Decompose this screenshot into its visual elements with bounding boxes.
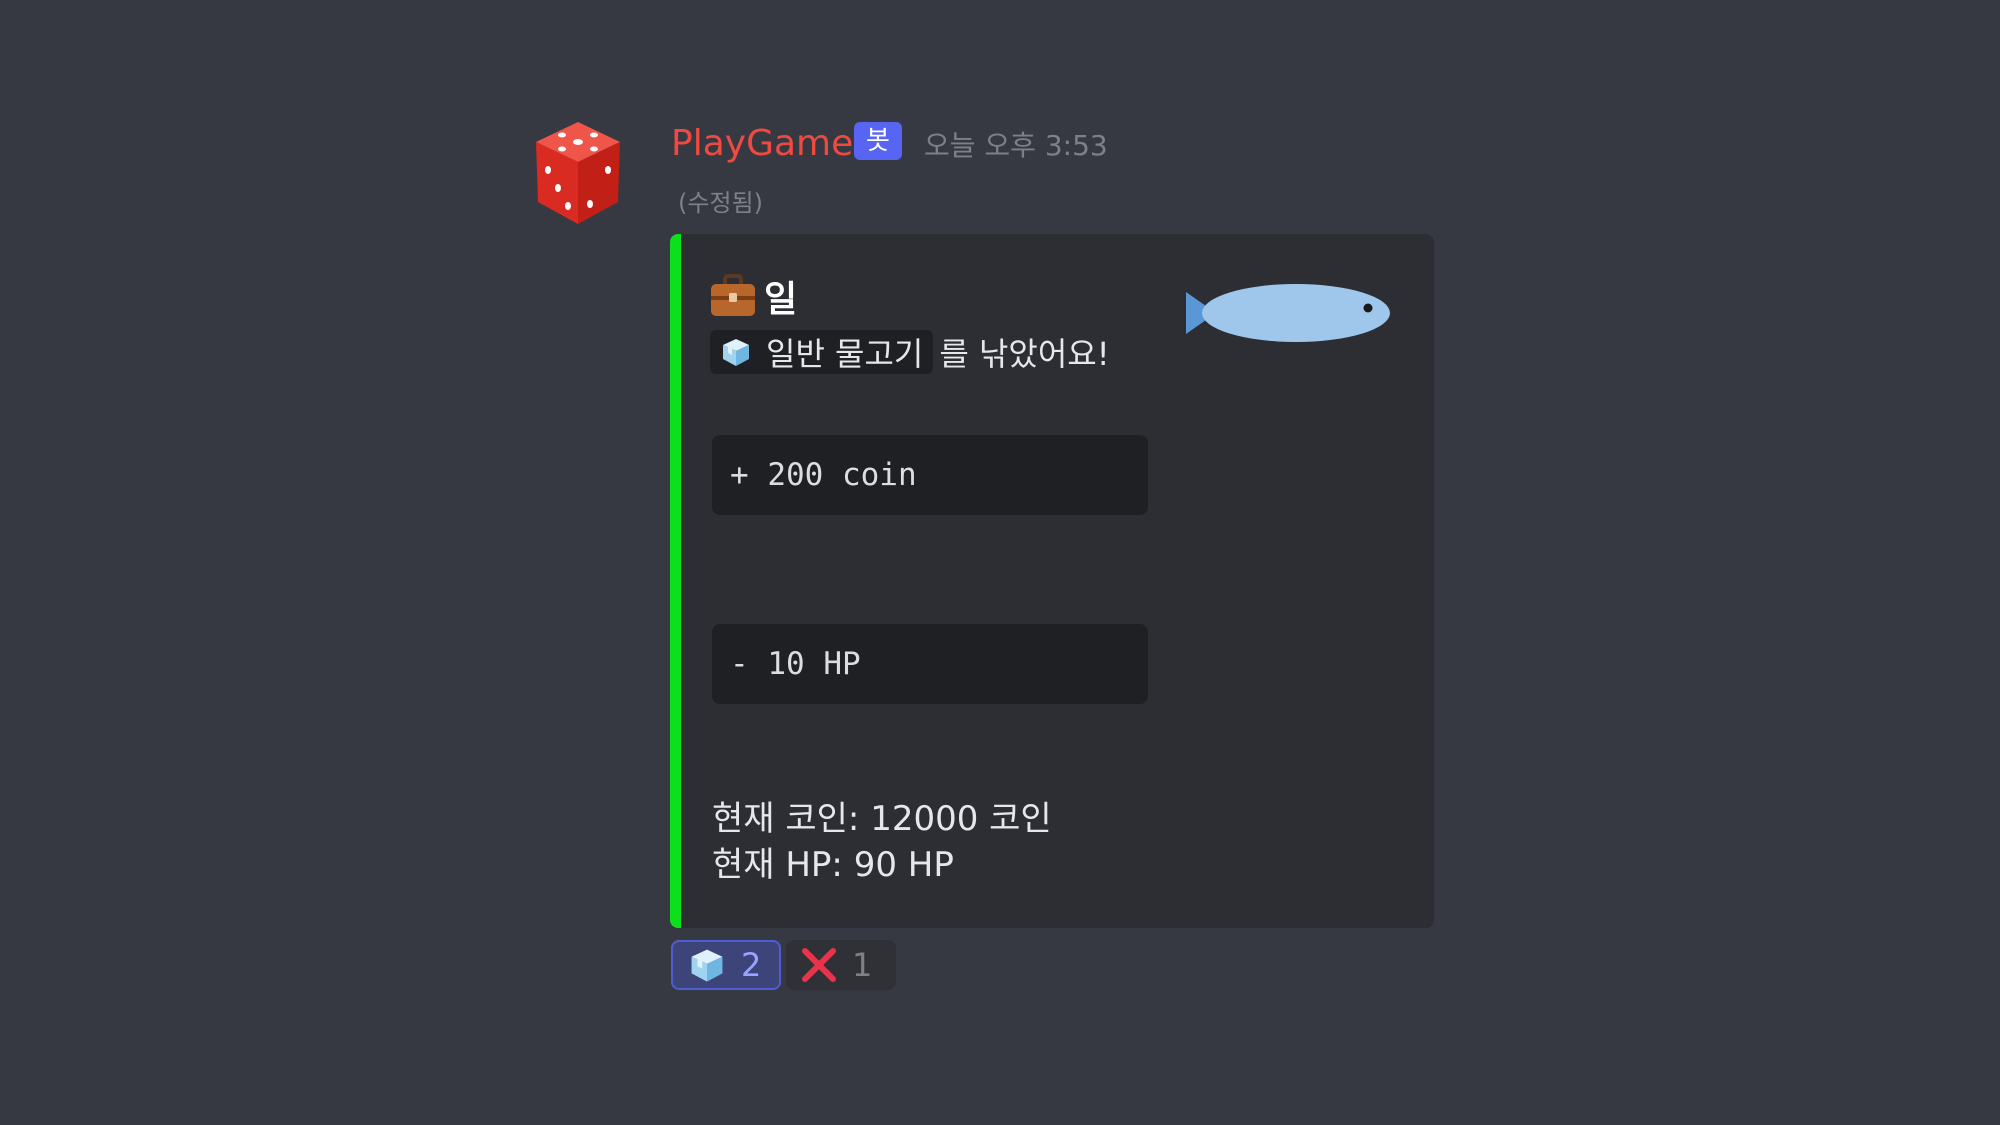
ice-cube-icon [691, 949, 723, 982]
reaction-ice-cube[interactable]: 2 [671, 940, 781, 990]
chat-message: PlayGame 봇 오늘 오후 3:53 (수정됨) 일 일반 물고기 를 낚… [0, 0, 2000, 1125]
reaction-count: 2 [741, 946, 762, 984]
edited-label: (수정됨) [678, 189, 763, 217]
current-hp-text: 현재 HP: 90 HP [712, 845, 954, 885]
embed-card: 일 일반 물고기 를 낚았어요! + 200 coin - 10 HP 현재 코… [670, 234, 1434, 928]
coin-gain-codeblock: + 200 coin [712, 435, 1148, 515]
bot-tag: 봇 [854, 122, 902, 160]
hp-loss-codeblock: - 10 HP [712, 624, 1148, 704]
fish-rarity-pill: 일반 물고기 [710, 330, 934, 374]
reaction-count: 1 [852, 946, 873, 984]
fish-icon[interactable] [1186, 268, 1406, 358]
current-coin-text: 현재 코인: 12000 코인 [712, 799, 1052, 839]
message-timestamp: 오늘 오후 3:53 [924, 129, 1108, 162]
embed-title: 일 [710, 272, 797, 320]
briefcase-icon [711, 274, 755, 316]
reaction-cross-mark[interactable]: 1 [786, 940, 896, 990]
caught-fish-suffix: 를 낚았어요! [939, 335, 1110, 373]
caught-fish-name: 일반 물고기 [766, 335, 924, 373]
author-name[interactable]: PlayGame [671, 120, 853, 168]
caught-fish-line: 일반 물고기 를 낚았어요! [710, 328, 1110, 376]
embed-accent-bar [670, 234, 681, 928]
dice-avatar-icon[interactable] [528, 118, 628, 228]
cross-mark-icon [802, 948, 836, 982]
ice-cube-icon [723, 339, 749, 366]
embed-title-text: 일 [764, 279, 798, 320]
